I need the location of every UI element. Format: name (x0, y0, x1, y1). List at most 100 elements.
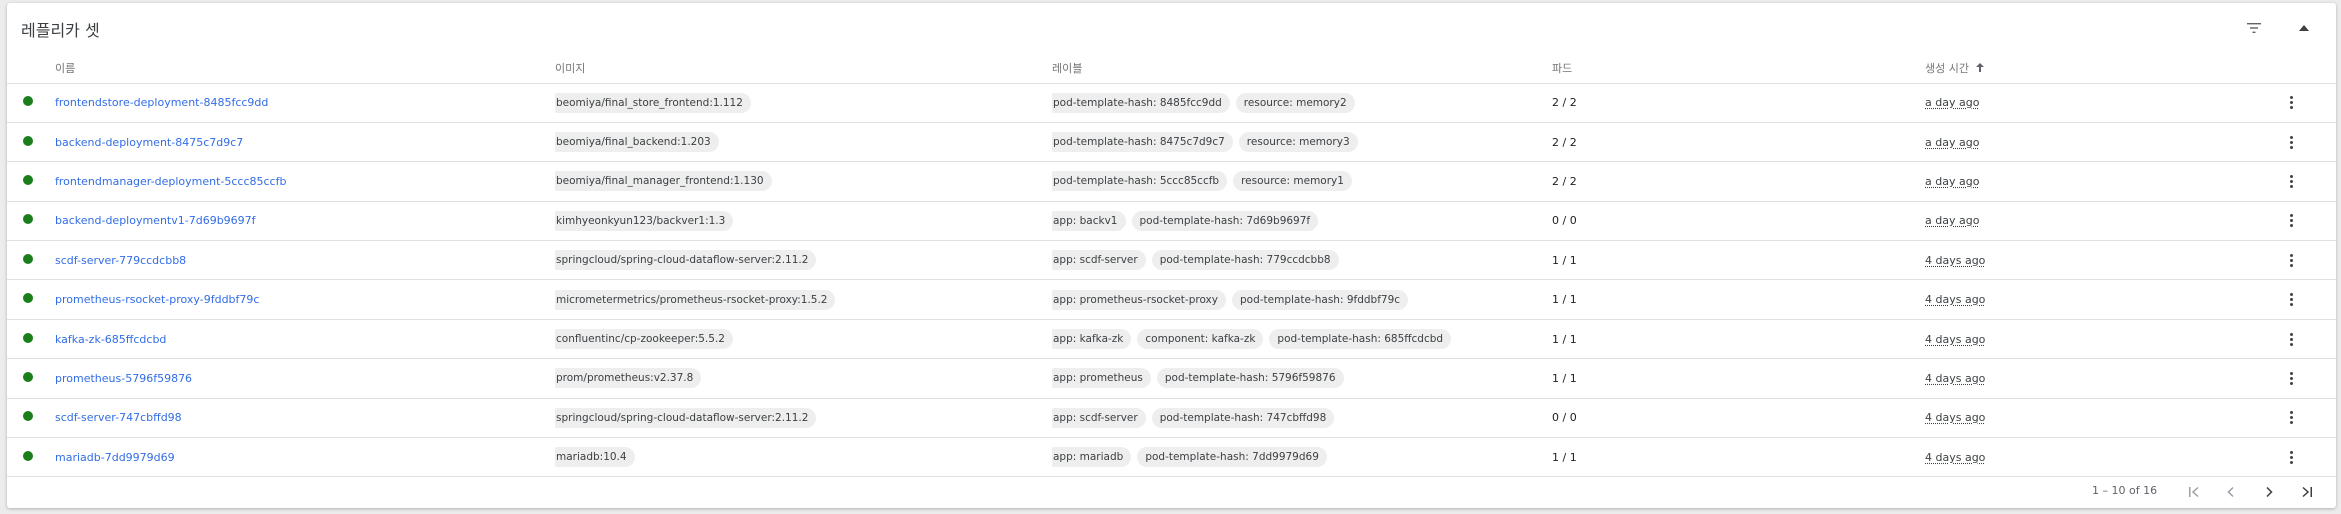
labels-cell: pod-template-hash: 8475c7d9c7 resource: m… (1052, 122, 1552, 161)
pods-cell: 0 / 0 (1552, 411, 1577, 425)
card-header: 레플리카 셋 (7, 3, 2336, 53)
name-cell: frontendmanager-deployment-5ccc85ccfb (55, 162, 555, 201)
replica-set-name-link[interactable]: prometheus-5796f59876 (55, 372, 192, 385)
created-cell: a day ago (1925, 83, 2281, 122)
created-cell: 4 days ago (1925, 438, 2281, 477)
image-cell: beomiya/final_store_frontend:1.112 (555, 83, 1052, 122)
labels-cell: pod-template-hash: 5ccc85ccfb resource: m… (1052, 162, 1552, 201)
created-cell: a day ago (1925, 122, 2281, 161)
more-vert-icon[interactable] (2281, 211, 2301, 231)
created-time: 4 days ago (1925, 293, 1986, 307)
more-vert-icon[interactable] (2281, 290, 2301, 310)
status-cell (7, 398, 55, 437)
image-chip: mariadb:10.4 (555, 447, 635, 468)
replica-set-name-link[interactable]: backend-deploymentv1-7d69b9697f (55, 214, 256, 227)
replica-set-name-link[interactable]: mariadb-7dd9979d69 (55, 451, 175, 464)
image-chip: micrometermetrics/prometheus-rsocket-pro… (555, 289, 836, 310)
image-cell: micrometermetrics/prometheus-rsocket-pro… (555, 280, 1052, 319)
label-chip: pod-template-hash: 747cbffd98 (1151, 407, 1335, 428)
created-time: 4 days ago (1925, 411, 1986, 425)
label-chip: app: backv1 (1052, 210, 1126, 231)
name-cell: frontendstore-deployment-8485fcc9dd (55, 83, 555, 122)
more-vert-icon[interactable] (2281, 447, 2301, 467)
name-column-header[interactable]: 이름 (55, 53, 555, 83)
created-time: 4 days ago (1925, 253, 1986, 267)
labels-cell: app: kafka-zk component: kafka-zk pod-temp… (1052, 319, 1552, 358)
label-chip: app: kafka-zk (1052, 329, 1132, 350)
replica-set-name-link[interactable]: frontendmanager-deployment-5ccc85ccfb (55, 175, 286, 188)
pods-cell: 1 / 1 (1552, 332, 1577, 346)
replica-set-name-link[interactable]: kafka-zk-685ffcdcbd (55, 333, 166, 346)
label-chip: resource: memory3 (1238, 132, 1358, 153)
menu-cell (2281, 319, 2336, 358)
created-time: a day ago (1925, 174, 1980, 188)
pods-column-header: 파드 (1552, 61, 1573, 75)
image-cell: beomiya/final_backend:1.203 (555, 122, 1052, 161)
name-cell: scdf-server-747cbffd98 (55, 398, 555, 437)
more-vert-icon[interactable] (2281, 408, 2301, 428)
created-column-label: 생성 시간 (1925, 61, 1969, 75)
more-vert-icon[interactable] (2281, 171, 2301, 191)
replica-set-name-link[interactable]: scdf-server-779ccdcbb8 (55, 254, 186, 267)
more-vert-icon[interactable] (2281, 368, 2301, 388)
labels-cell: app: prometheus pod-template-hash: 5796f5… (1052, 359, 1552, 398)
label-chip: pod-template-hash: 779ccdcbb8 (1151, 250, 1339, 271)
pods-cell: 1 / 1 (1552, 253, 1577, 267)
filter-list-icon[interactable] (2243, 17, 2265, 39)
name-cell: mariadb-7dd9979d69 (55, 438, 555, 477)
table-header-row: 이름 이미지 레이블 파드 생성 시간 (7, 53, 2336, 83)
chevron-up-icon[interactable] (2293, 17, 2315, 39)
label-chip: pod-template-hash: 7dd9979d69 (1137, 447, 1327, 468)
labels-cell: app: mariadb pod-template-hash: 7dd9979d6… (1052, 438, 1552, 477)
menu-column-header (2281, 53, 2336, 83)
status-cell (7, 162, 55, 201)
label-chip: pod-template-hash: 8475c7d9c7 (1052, 132, 1233, 153)
label-chip: app: prometheus-rsocket-proxy (1052, 289, 1226, 310)
pods-cell: 2 / 2 (1552, 135, 1577, 149)
label-chip: pod-template-hash: 7d69b9697f (1131, 210, 1319, 231)
status-cell (7, 359, 55, 398)
name-cell: prometheus-5796f59876 (55, 359, 555, 398)
created-column-header[interactable]: 생성 시간 (1925, 53, 2281, 83)
label-chip: app: mariadb (1052, 447, 1132, 468)
labels-cell: app: prometheus-rsocket-proxy pod-templat… (1052, 280, 1552, 319)
pods-cell: 2 / 2 (1552, 174, 1577, 188)
created-cell: 4 days ago (1925, 359, 2281, 398)
next-page-icon[interactable] (2259, 482, 2279, 502)
last-page-icon[interactable] (2297, 482, 2317, 502)
label-chip: pod-template-hash: 5ccc85ccfb (1052, 171, 1228, 192)
table-row: frontendstore-deployment-8485fcc9dd beom… (7, 83, 2336, 123)
table-row: prometheus-5796f59876 prom/prometheus:v2… (7, 359, 2336, 399)
created-cell: a day ago (1925, 201, 2281, 240)
image-cell: prom/prometheus:v2.37.8 (555, 359, 1052, 398)
replica-set-name-link[interactable]: prometheus-rsocket-proxy-9fddbf79c (55, 293, 259, 306)
previous-page-icon[interactable] (2221, 482, 2241, 502)
replica-set-name-link[interactable]: frontendstore-deployment-8485fcc9dd (55, 96, 268, 109)
labels-cell: app: scdf-server pod-template-hash: 779cc… (1052, 241, 1552, 280)
menu-cell (2281, 359, 2336, 398)
label-chip: resource: memory1 (1233, 171, 1352, 192)
replica-set-name-link[interactable]: backend-deployment-8475c7d9c7 (55, 136, 243, 149)
image-chip: confluentinc/cp-zookeeper:5.5.2 (555, 329, 733, 350)
image-chip: springcloud/spring-cloud-dataflow-server… (555, 407, 817, 428)
label-chip: app: scdf-server (1052, 250, 1146, 271)
name-cell: backend-deployment-8475c7d9c7 (55, 122, 555, 161)
image-cell: springcloud/spring-cloud-dataflow-server… (555, 241, 1052, 280)
more-vert-icon[interactable] (2281, 329, 2301, 349)
more-vert-icon[interactable] (2281, 250, 2301, 270)
created-cell: 4 days ago (1925, 398, 2281, 437)
created-cell: 4 days ago (1925, 319, 2281, 358)
replica-set-name-link[interactable]: scdf-server-747cbffd98 (55, 411, 182, 424)
table-row: backend-deploymentv1-7d69b9697f kimhyeon… (7, 201, 2336, 241)
page-title: 레플리카 셋 (21, 21, 100, 40)
table-row: scdf-server-747cbffd98 springcloud/sprin… (7, 398, 2336, 438)
first-page-icon[interactable] (2184, 482, 2204, 502)
image-chip: prom/prometheus:v2.37.8 (555, 368, 702, 389)
status-cell (7, 319, 55, 358)
table-row: frontendmanager-deployment-5ccc85ccfb be… (7, 162, 2336, 202)
created-time: 4 days ago (1925, 450, 1986, 464)
more-vert-icon[interactable] (2281, 132, 2301, 152)
status-cell (7, 201, 55, 240)
status-cell (7, 438, 55, 477)
more-vert-icon[interactable] (2281, 93, 2301, 113)
